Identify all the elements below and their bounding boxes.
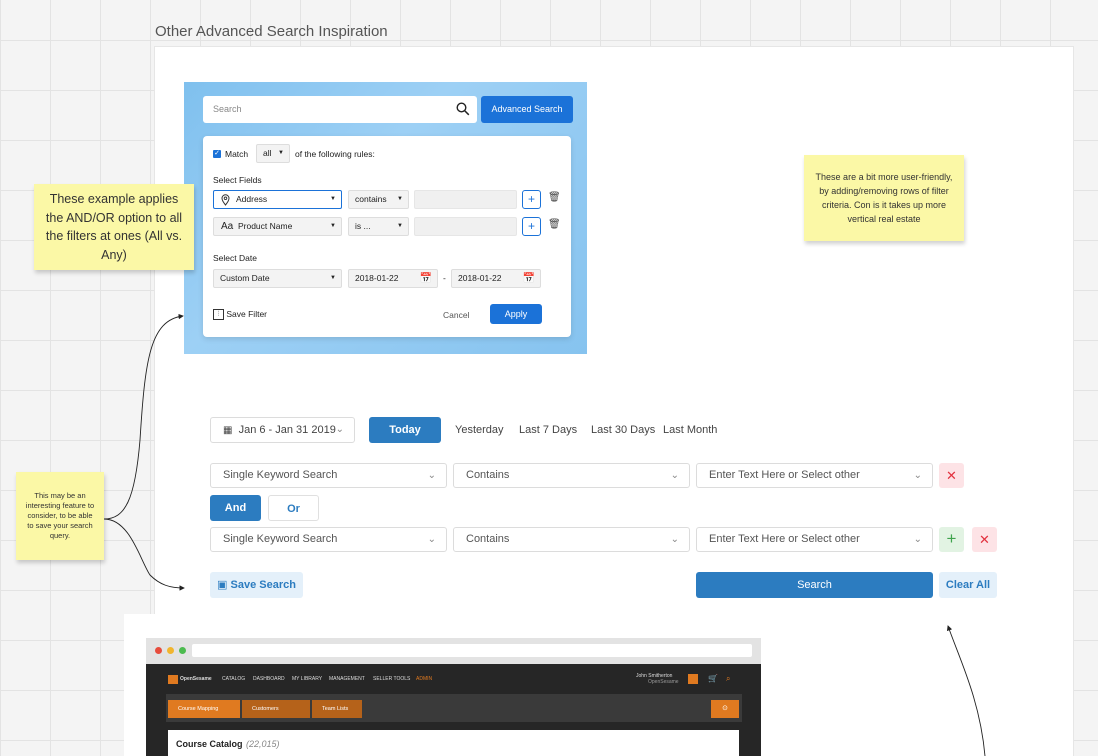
arrow-to-clear-all [946,625,986,756]
last-7-days-link[interactable]: Last 7 Days [519,424,577,436]
remove-row-button[interactable]: ✕ [939,463,964,488]
nav-seller-tools[interactable]: SELLER TOOLS [373,676,410,682]
field-select-2[interactable]: Single Keyword Search ⌄ [210,527,447,552]
remove-row-button[interactable]: ✕ [972,527,997,552]
tab-customers[interactable]: Customers [242,700,310,718]
minimize-dot-icon [167,647,174,654]
date-range-select[interactable]: ▦ Jan 6 - Jan 31 2019 ⌄ [210,417,355,443]
value-select-2[interactable]: Enter Text Here or Select other ⌄ [696,527,933,552]
field-value: Single Keyword Search [223,469,338,481]
nav-dashboard[interactable]: DASHBOARD [253,676,285,682]
chevron-down-icon: ⌄ [913,470,922,481]
brand-name: OpenSesame [180,676,212,682]
chevron-down-icon: ⌄ [913,534,922,545]
opensesame-logo-icon [168,675,178,684]
maximize-dot-icon [179,647,186,654]
search-icon[interactable]: ⌕ [726,674,730,684]
operator-value: Contains [466,469,510,481]
chevron-down-icon: ⌄ [670,534,679,545]
search-button[interactable]: Search [696,572,933,598]
date-range-value: Jan 6 - Jan 31 2019 [238,424,336,436]
settings-button[interactable]: ⊙ [711,700,739,718]
nav-catalog[interactable]: CATALOG [222,676,245,682]
last-30-days-link[interactable]: Last 30 Days [591,424,655,436]
opensesame-screenshot: OpenSesame CATALOG DASHBOARD MY LIBRARY … [146,638,761,756]
catalog-count: (22,015) [246,739,280,749]
arrow-to-save-search [103,518,185,591]
add-row-button[interactable]: + [939,527,964,552]
value-placeholder: Enter Text Here or Select other [709,469,860,481]
field-select-1[interactable]: Single Keyword Search ⌄ [210,463,447,488]
nav-my-library[interactable]: MY LIBRARY [292,676,322,682]
save-search-button[interactable]: ▣ Save Search [210,572,303,598]
save-search-label: Save Search [230,579,296,591]
field-value: Single Keyword Search [223,533,338,545]
chevron-down-icon: ⌄ [335,424,344,435]
operator-select-2[interactable]: Contains ⌄ [453,527,690,552]
tab-team-lists[interactable]: Team Lists [312,700,362,718]
yesterday-link[interactable]: Yesterday [455,424,504,436]
close-dot-icon [155,647,162,654]
operator-value: Contains [466,533,510,545]
nav-admin[interactable]: ADMIN [416,676,432,682]
arrow-to-save-filter [103,313,184,520]
chevron-down-icon: ⌄ [427,534,436,545]
avatar[interactable] [688,674,698,684]
and-toggle[interactable]: And [210,495,261,521]
tab-course-mapping[interactable]: Course Mapping [168,700,240,718]
today-button[interactable]: Today [369,417,441,443]
chevron-down-icon: ⌄ [427,470,436,481]
browser-chrome [146,638,761,664]
catalog-panel: Course Catalog (22,015) [168,730,739,756]
last-month-link[interactable]: Last Month [663,424,717,436]
cart-icon[interactable]: 🛒 [708,674,718,683]
nav-management[interactable]: MANAGEMENT [329,676,365,682]
user-org: OpenSesame [648,679,679,685]
or-toggle[interactable]: Or [268,495,319,521]
calendar-icon: ▦ [223,425,233,436]
save-icon: ▣ [217,579,228,591]
address-bar[interactable] [192,644,752,657]
value-select-1[interactable]: Enter Text Here or Select other ⌄ [696,463,933,488]
catalog-title: Course Catalog [176,739,243,749]
clear-all-button[interactable]: Clear All [939,572,997,598]
value-placeholder: Enter Text Here or Select other [709,533,860,545]
chevron-down-icon: ⌄ [670,470,679,481]
operator-select-1[interactable]: Contains ⌄ [453,463,690,488]
